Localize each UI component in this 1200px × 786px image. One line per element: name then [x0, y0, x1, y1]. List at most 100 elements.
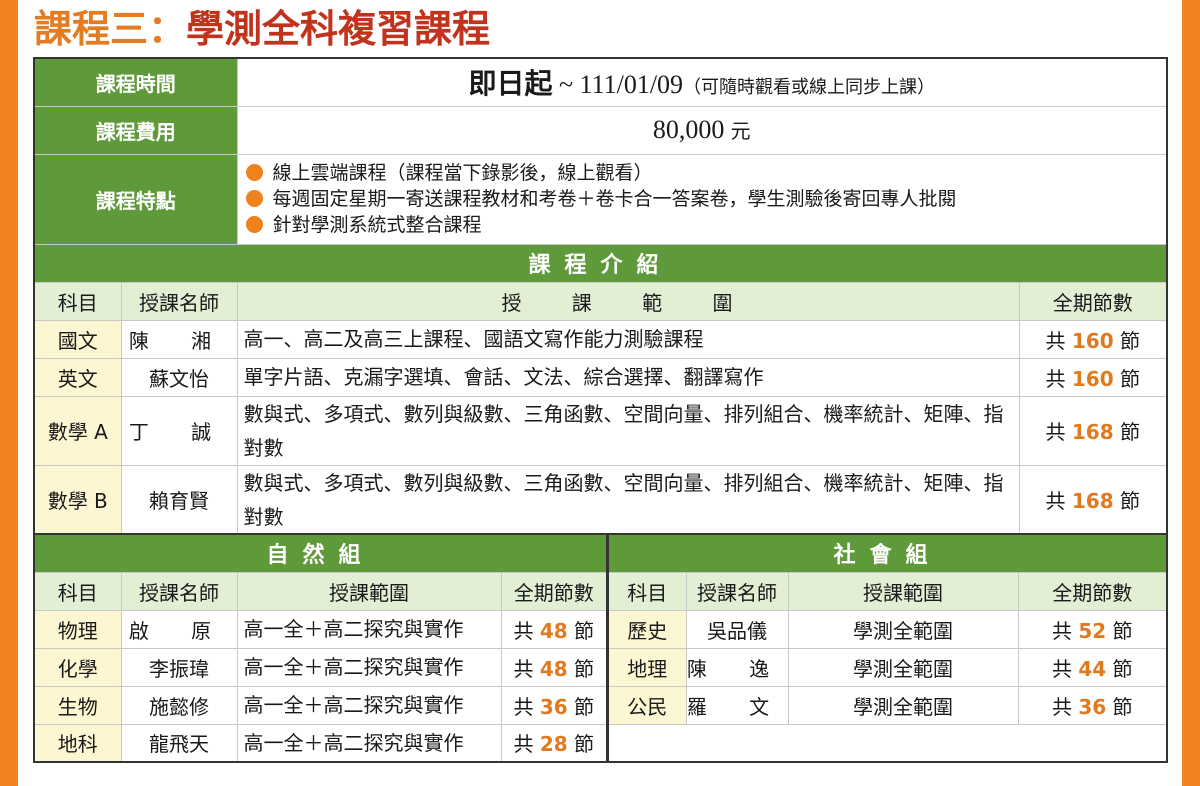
table-row: 物理 啟 原 高一全＋高二探究與實作 共 48 節: [33, 609, 608, 649]
teacher-cell: 龍飛天: [120, 723, 238, 763]
hours-cell: 共 168 節: [1018, 464, 1168, 535]
scope-cell: 學測全範圍: [787, 609, 1019, 649]
hours-cell: 共 36 節: [500, 685, 608, 725]
hours-cell: 共 48 節: [500, 609, 608, 649]
features-list: 線上雲端課程（課程當下錄影後，線上觀看） 每週固定星期一寄送課程教材和考卷＋卷卡…: [236, 153, 1168, 245]
hours-cell: 共 168 節: [1018, 395, 1168, 466]
col-header-scope: 授課範圍: [787, 571, 1019, 611]
title-main: 學測全科複習課程: [186, 6, 491, 51]
col-header-teacher: 授課名師: [120, 571, 238, 611]
feature-text: 線上雲端課程（課程當下錄影後，線上觀看）: [272, 162, 653, 184]
fee-amount: 80,000: [652, 115, 725, 144]
hours-prefix: 共: [513, 618, 540, 643]
teacher-cell: 施懿修: [120, 685, 238, 725]
hours-prefix: 共: [513, 656, 540, 681]
hours-prefix: 共: [1045, 420, 1072, 444]
subject-cell: 化學: [33, 647, 122, 687]
hours-prefix: 共: [513, 732, 540, 757]
scope-cell: 高一全＋高二探究與實作: [236, 647, 502, 687]
time-note: （可隨時觀看或線上同步上課）: [683, 77, 936, 99]
intro-section-title: 課程介紹: [33, 243, 1168, 283]
hours-prefix: 共: [1045, 328, 1072, 353]
subject-cell: 地科: [33, 723, 122, 763]
col-header-hours: 全期節數: [1018, 281, 1168, 321]
scope-cell: 高一、高二及高三上課程、國語文寫作能力測驗課程: [236, 319, 1020, 359]
hours-suffix: 節: [1113, 489, 1140, 513]
social-header-row: 科目 授課名師 授課範圍 全期節數: [607, 571, 1168, 611]
scope-cell: 數與式、多項式、數列與級數、三角函數、空間向量、排列組合、機率統計、矩陣、指對數: [236, 464, 1020, 535]
hours-cell: 共 160 節: [1018, 319, 1168, 359]
hours-prefix: 共: [1045, 489, 1072, 513]
science-table: 自然組 科目 授課名師 授課範圍 全期節數 物理 啟 原 高一全＋高二探究與實作…: [33, 533, 609, 763]
hours-cell: 共 28 節: [500, 723, 608, 763]
table-row: 歷史 吳品儀 學測全範圍 共 52 節: [607, 609, 1168, 649]
time-row: 課程時間 即日起 ~ 111/01/09（可隨時觀看或線上同步上課）: [33, 57, 1168, 107]
science-section-title: 自然組: [33, 533, 608, 573]
table-row: 地理 陳 逸 學測全範圍 共 44 節: [607, 647, 1168, 687]
time-end-date: 111/01/09: [579, 70, 684, 100]
col-header-subject: 科目: [607, 571, 687, 611]
teacher-cell: 李振瑋: [120, 647, 238, 687]
features-label: 課程特點: [33, 153, 238, 245]
hours-number: 52: [1078, 618, 1107, 643]
social-section-title: 社會組: [607, 533, 1168, 573]
left-orange-border: [0, 0, 18, 786]
features-row: 課程特點 線上雲端課程（課程當下錄影後，線上觀看） 每週固定星期一寄送課程教材和…: [33, 153, 1168, 245]
table-row: 生物 施懿修 高一全＋高二探究與實作 共 36 節: [33, 685, 608, 725]
time-value: 即日起 ~ 111/01/09（可隨時觀看或線上同步上課）: [236, 57, 1168, 107]
table-row: 化學 李振瑋 高一全＋高二探究與實作 共 48 節: [33, 647, 608, 687]
intro-header-row: 科目 授課名師 授 課 範 圍 全期節數: [33, 281, 1168, 321]
right-orange-border: [1182, 0, 1200, 786]
feature-item: 針對學測系統式整合課程: [245, 212, 1159, 238]
subject-cell: 地理: [607, 647, 687, 687]
col-header-scope: 授 課 範 圍: [236, 281, 1020, 321]
hours-number: 48: [539, 656, 568, 681]
empty-cell: [608, 723, 1168, 762]
hours-suffix: 節: [1106, 618, 1133, 643]
feature-text: 每週固定星期一寄送課程教材和考卷＋卷卡合一答案卷，學生測驗後寄回專人批閱: [272, 188, 957, 210]
hours-suffix: 節: [1113, 328, 1140, 353]
intro-section-row: 課程介紹: [33, 243, 1168, 283]
table-row: 公民 羅 文 學測全範圍 共 36 節: [607, 685, 1168, 725]
hours-prefix: 共: [513, 694, 540, 719]
teacher-cell: 賴育賢: [120, 464, 238, 535]
hours-suffix: 節: [567, 618, 595, 643]
col-header-hours: 全期節數: [1017, 571, 1168, 611]
subject-cell: 數學 A: [33, 395, 122, 466]
bullet-dot-icon: [245, 164, 263, 181]
hours-number: 168: [1071, 420, 1114, 444]
hours-number: 160: [1071, 328, 1114, 353]
hours-suffix: 節: [567, 732, 595, 757]
hours-number: 36: [1078, 694, 1107, 719]
subject-cell: 數學 B: [33, 464, 122, 535]
hours-suffix: 節: [567, 656, 595, 681]
scope-cell: 學測全範圍: [787, 647, 1019, 687]
feature-item: 每週固定星期一寄送課程教材和考卷＋卷卡合一答案卷，學生測驗後寄回專人批閱: [245, 186, 1159, 212]
col-header-subject: 科目: [33, 571, 122, 611]
course-table: 課程時間 即日起 ~ 111/01/09（可隨時觀看或線上同步上課） 課程費用 …: [33, 57, 1168, 536]
hours-number: 36: [539, 694, 568, 719]
col-header-subject: 科目: [33, 281, 122, 321]
hours-number: 44: [1078, 656, 1107, 681]
empty-row: [608, 723, 1168, 762]
subject-cell: 公民: [607, 685, 687, 725]
hours-number: 28: [539, 732, 568, 757]
col-header-teacher: 授課名師: [685, 571, 789, 611]
scope-cell: 學測全範圍: [787, 685, 1019, 725]
bullet-dot-icon: [245, 216, 263, 233]
hours-cell: 共 160 節: [1018, 357, 1168, 397]
time-tilde: ~: [552, 70, 580, 100]
hours-prefix: 共: [1051, 618, 1079, 643]
hours-suffix: 節: [1113, 366, 1140, 391]
teacher-cell: 啟 原: [120, 609, 238, 649]
col-header-hours: 全期節數: [500, 571, 608, 611]
hours-cell: 共 36 節: [1017, 685, 1168, 725]
col-header-scope: 授課範圍: [236, 571, 502, 611]
fee-label: 課程費用: [33, 105, 238, 155]
subject-cell: 物理: [33, 609, 122, 649]
table-row: 地科 龍飛天 高一全＋高二探究與實作 共 28 節: [33, 723, 608, 763]
fee-row: 課程費用 80,000 元: [33, 105, 1168, 155]
hours-suffix: 節: [1106, 694, 1133, 719]
teacher-cell: 陳 湘: [120, 319, 238, 359]
col-header-teacher: 授課名師: [120, 281, 238, 321]
